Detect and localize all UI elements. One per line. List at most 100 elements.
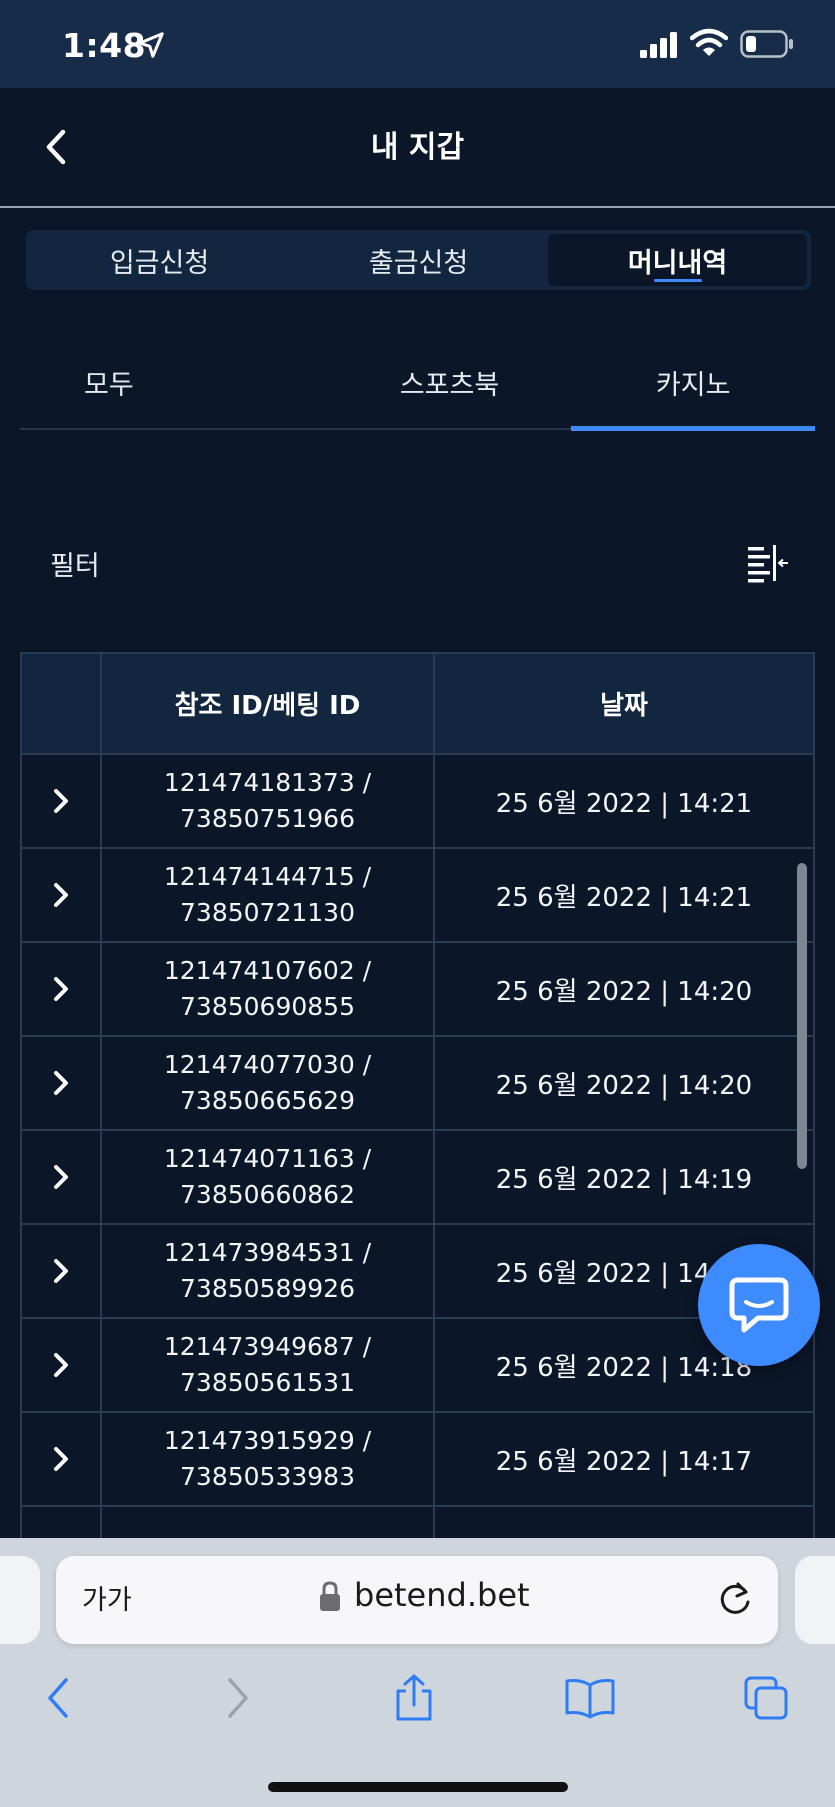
ref-bet-id-cell: 121474144715 / 73850721130 bbox=[102, 849, 435, 941]
tab-sportsbook[interactable]: 스포츠북 bbox=[328, 336, 572, 428]
book-icon bbox=[565, 1679, 615, 1719]
chevron-right-icon bbox=[54, 883, 68, 907]
status-time: 1:48 bbox=[62, 26, 147, 65]
tab-money-history[interactable]: 머니내역 bbox=[548, 234, 807, 286]
table-row[interactable]: 121474144715 / 73850721130 25 6월 2022 | 1… bbox=[22, 849, 813, 943]
table-scrollbar[interactable] bbox=[797, 863, 807, 1169]
browser-bar: 가가 betend.bet bbox=[0, 1538, 835, 1807]
table-row[interactable]: 121474181373 / 73850751966 25 6월 2022 | 1… bbox=[22, 755, 813, 849]
ref-id: 121474181373 / bbox=[163, 768, 372, 797]
home-indicator bbox=[268, 1782, 568, 1792]
ref-bet-id-cell: 121473949687 / 73850561531 bbox=[102, 1319, 435, 1411]
chevron-right-icon bbox=[54, 1259, 68, 1283]
ref-id: 121473915929 / bbox=[163, 1426, 372, 1455]
url-text: betend.bet bbox=[354, 1576, 530, 1614]
ref-bet-id-cell: 121474107602 / 73850690855 bbox=[102, 943, 435, 1035]
bookmarks-button[interactable] bbox=[562, 1670, 618, 1726]
tab-deposit[interactable]: 입금신청 bbox=[30, 234, 289, 286]
next-tab-pill[interactable] bbox=[795, 1556, 835, 1644]
page-title: 내 지갑 bbox=[370, 130, 465, 165]
table-row[interactable] bbox=[22, 1507, 813, 1540]
tab-withdraw[interactable]: 출금신청 bbox=[289, 234, 548, 286]
bet-id: 73850721130 bbox=[180, 898, 355, 927]
app-header: 내 지갑 bbox=[0, 88, 835, 208]
live-chat-button[interactable] bbox=[698, 1244, 820, 1366]
column-expand bbox=[22, 654, 102, 753]
chat-bubble-icon bbox=[729, 1277, 789, 1333]
ref-bet-id-cell: 121473915929 / 73850533983 bbox=[102, 1413, 435, 1505]
expand-row-button[interactable] bbox=[22, 943, 102, 1035]
cellular-signal-icon bbox=[640, 32, 677, 58]
table-row[interactable]: 121473949687 /73850561531 25 6월 2022 | 1… bbox=[22, 1319, 813, 1413]
column-date: 날짜 bbox=[600, 691, 648, 721]
date-cell: 25 6월 2022 | 14:20 bbox=[495, 1070, 753, 1101]
ref-bet-id-cell: 121474077030 / 73850665629 bbox=[102, 1037, 435, 1129]
table-header: 참조 ID/베팅 ID 날짜 bbox=[22, 652, 813, 755]
expand-row-button[interactable] bbox=[22, 1319, 102, 1411]
tab-casino[interactable]: 카지노 bbox=[571, 336, 815, 431]
table-row[interactable]: 121474071163 / 73850660862 25 6월 2022 | 1… bbox=[22, 1131, 813, 1225]
address-bar[interactable]: 가가 betend.bet bbox=[56, 1556, 778, 1644]
bet-id: 73850665629 bbox=[180, 1086, 355, 1115]
date-cell: 25 6월 2022 | 14:20 bbox=[495, 976, 753, 1007]
chevron-right-icon bbox=[54, 1353, 68, 1377]
ref-bet-id-cell: 121473984531 / 73850589926 bbox=[102, 1225, 435, 1317]
ref-id: 121473949687 / bbox=[163, 1332, 372, 1361]
table-row[interactable]: 121473984531 /73850589926 25 6월 2022 | 1… bbox=[22, 1225, 813, 1319]
table-body: 121474181373 / 73850751966 25 6월 2022 | 1… bbox=[22, 755, 813, 1540]
bet-id: 73850690855 bbox=[180, 992, 355, 1021]
wallet-tabs: 입금신청 출금신청 머니내역 bbox=[26, 230, 811, 290]
reload-icon[interactable] bbox=[716, 1578, 754, 1618]
filter-collapse-icon[interactable] bbox=[746, 543, 790, 583]
tabs-icon bbox=[744, 1676, 788, 1720]
expand-row-button[interactable] bbox=[22, 755, 102, 847]
chevron-right-icon bbox=[54, 789, 68, 813]
ref-bet-id-cell: 121474181373 / 73850751966 bbox=[102, 755, 435, 847]
chevron-right-icon bbox=[54, 1165, 68, 1189]
expand-row-button[interactable] bbox=[22, 1225, 102, 1317]
expand-row-button[interactable] bbox=[22, 1507, 102, 1540]
date-cell bbox=[435, 1507, 813, 1540]
column-ref-id: 참조 ID/베팅 ID bbox=[102, 654, 435, 753]
chevron-right-icon bbox=[54, 1071, 68, 1095]
previous-tab-pill[interactable] bbox=[0, 1556, 40, 1644]
wifi-icon bbox=[690, 28, 728, 56]
history-table: 참조 ID/베팅 ID 날짜 121474181373 / 73850751966… bbox=[20, 652, 815, 1540]
ref-id: 121473984531 / bbox=[163, 1238, 372, 1267]
browser-forward-button[interactable] bbox=[210, 1670, 266, 1726]
ref-id: 121474071163 / bbox=[163, 1144, 372, 1173]
tab-all[interactable]: 모두 bbox=[20, 336, 328, 428]
ref-id: 121474144715 / bbox=[163, 862, 372, 891]
table-row[interactable]: 121474077030 / 73850665629 25 6월 2022 | 1… bbox=[22, 1037, 813, 1131]
expand-row-button[interactable] bbox=[22, 1131, 102, 1223]
back-button[interactable] bbox=[36, 122, 76, 172]
chevron-left-icon bbox=[46, 129, 66, 165]
chevron-right-icon bbox=[54, 977, 68, 1001]
table-row[interactable]: 121474107602 / 73850690855 25 6월 2022 | 1… bbox=[22, 943, 813, 1037]
expand-row-button[interactable] bbox=[22, 1037, 102, 1129]
filter-label: 필터 bbox=[50, 550, 100, 582]
bet-id: 73850561531 bbox=[180, 1368, 355, 1397]
filter-row: 필터 bbox=[50, 540, 790, 586]
expand-row-button[interactable] bbox=[22, 1413, 102, 1505]
battery-icon bbox=[740, 30, 793, 58]
tabs-button[interactable] bbox=[738, 1670, 794, 1726]
expand-row-button[interactable] bbox=[22, 849, 102, 941]
ref-id: 121474077030 / bbox=[163, 1050, 372, 1079]
share-icon bbox=[396, 1674, 432, 1721]
date-cell: 25 6월 2022 | 14:21 bbox=[495, 882, 753, 913]
bet-id: 73850589926 bbox=[180, 1274, 355, 1303]
bet-id: 73850751966 bbox=[180, 804, 355, 833]
location-arrow-icon bbox=[138, 32, 164, 58]
bet-id: 73850533983 bbox=[180, 1462, 355, 1491]
bet-id: 73850660862 bbox=[180, 1180, 355, 1209]
date-cell: 25 6월 2022 | 14:19 bbox=[495, 1164, 753, 1195]
chevron-right-icon bbox=[54, 1447, 68, 1471]
history-category-tabs: 모두 스포츠북 카지노 bbox=[20, 336, 815, 431]
browser-toolbar bbox=[0, 1664, 835, 1740]
text-size-button[interactable]: 가가 bbox=[82, 1578, 132, 1617]
share-button[interactable] bbox=[386, 1670, 442, 1726]
browser-back-button[interactable] bbox=[30, 1670, 86, 1726]
chevron-left-icon bbox=[48, 1678, 68, 1718]
table-row[interactable]: 121473915929 / 73850533983 25 6월 2022 | 1… bbox=[22, 1413, 813, 1507]
